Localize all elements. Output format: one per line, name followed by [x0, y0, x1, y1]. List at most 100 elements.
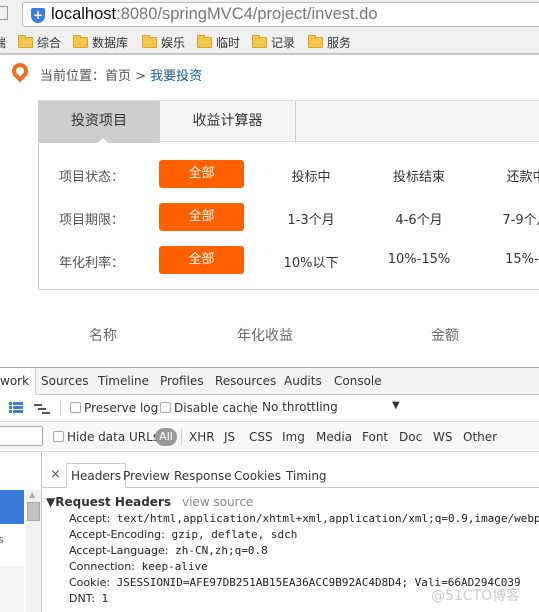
bookmark-item[interactable]: 娱乐	[142, 34, 185, 51]
filter-row-status: 项目状态： 全部 投标中 投标结束 还款中	[39, 160, 539, 188]
tab-timeline[interactable]: Timeline	[98, 374, 149, 388]
scrollbar-thumb[interactable]	[27, 502, 40, 521]
bookmark-item[interactable]: 临时	[197, 34, 240, 51]
request-list-empty	[0, 566, 24, 612]
tab-console[interactable]: Console	[334, 374, 382, 388]
devtools-panel: work Sources Timeline Profiles Resources…	[0, 367, 539, 612]
header-value: gzip, deflate, sdch	[164, 528, 298, 541]
breadcrumb-prefix: 当前位置：首页 >	[40, 69, 151, 84]
bookmark-label: 记录	[271, 36, 296, 50]
header-key: Cookie:	[69, 576, 111, 589]
overview-icon[interactable]	[34, 403, 50, 414]
filter-font[interactable]: Font	[362, 430, 388, 444]
filter-all-button[interactable]: 全部	[159, 203, 244, 231]
column-header-amount: 金额	[431, 328, 459, 344]
filter-option[interactable]: 4-6个月	[379, 209, 459, 228]
tab-sources[interactable]: Sources	[41, 374, 88, 388]
tab-timing[interactable]: Timing	[286, 469, 327, 483]
tab-invest-projects[interactable]: 投资项目	[39, 101, 160, 144]
web-page: 当前位置：首页 > 我要投资 投资项目 收益计算器 项目状态： 全部 投标中 投…	[0, 57, 539, 367]
request-list: s ▲	[0, 452, 42, 612]
header-line: Accept: text/html,application/xhtml+xml,…	[69, 512, 539, 525]
scroll-up-icon[interactable]: ▲	[29, 490, 35, 499]
tab-income-calculator[interactable]: 收益计算器	[160, 101, 296, 143]
bookmark-item[interactable]: 服务	[308, 34, 351, 51]
bookmark-partial[interactable]: 端	[0, 34, 6, 51]
bookmarks-bar: 端 综合 数据库 娱乐 临时 记录 服务	[0, 29, 539, 55]
folder-icon	[142, 35, 157, 48]
header-line: Accept-Encoding: gzip, deflate, sdch	[69, 528, 297, 541]
bookmark-item[interactable]: 综合	[18, 34, 61, 51]
devtools-tabs: work Sources Timeline Profiles Resources…	[0, 368, 539, 395]
folder-icon	[197, 35, 212, 48]
filter-option[interactable]: 1-3个月	[271, 209, 351, 228]
header-key: Connection:	[69, 560, 135, 573]
breadcrumb-current[interactable]: 我要投资	[150, 69, 202, 84]
scrollbar[interactable]: ▲	[26, 490, 41, 612]
breadcrumb: 当前位置：首页 > 我要投资	[40, 65, 202, 84]
filter-all-pill[interactable]: All	[155, 428, 177, 446]
filter-all-button[interactable]: 全部	[159, 160, 244, 188]
filter-css[interactable]: CSS	[249, 430, 273, 444]
bookmark-item[interactable]: 记录	[252, 34, 295, 51]
throttling-select[interactable]: No throttling ▼	[262, 400, 402, 414]
tab-profiles[interactable]: Profiles	[160, 374, 204, 388]
apps-icon[interactable]	[0, 6, 8, 20]
filter-option[interactable]: 还款中	[486, 166, 539, 185]
url-input[interactable]: + localhost:8080/springMVC4/project/inve…	[22, 2, 539, 27]
filter-option[interactable]: 投标中	[271, 166, 351, 185]
tab-preview[interactable]: Preview	[123, 469, 170, 483]
filter-label: 项目期限：	[59, 213, 125, 228]
preserve-log-checkbox[interactable]: Preserve log	[70, 401, 158, 415]
hide-data-urls-checkbox[interactable]: Hide data URLs	[53, 430, 159, 444]
url-host: localhost	[51, 5, 117, 23]
tab-resources[interactable]: Resources	[215, 374, 276, 388]
bookmark-label: 数据库	[92, 36, 129, 50]
filter-ws[interactable]: WS	[433, 430, 452, 444]
request-row-partial[interactable]: s	[0, 533, 4, 546]
tab-audits[interactable]: Audits	[284, 374, 322, 388]
filter-toolbar: Hide data URLs All XHR JS CSS Img Media …	[0, 422, 539, 452]
filter-option[interactable]: 投标结束	[379, 166, 459, 185]
tab-network[interactable]: work	[0, 368, 37, 395]
list-view-icon[interactable]	[9, 402, 23, 413]
dropdown-arrow-icon: ▼	[392, 400, 400, 411]
url-path: :8080/springMVC4/project/invest.do	[116, 5, 378, 23]
tab-headers[interactable]: Headers	[66, 463, 126, 488]
filter-xhr[interactable]: XHR	[189, 430, 215, 444]
preserve-log-label: Preserve log	[84, 401, 159, 415]
column-header-name: 名称	[89, 328, 117, 344]
shield-icon: +	[31, 8, 45, 23]
selected-request-row[interactable]	[0, 490, 24, 524]
header-value: 1	[94, 592, 109, 605]
filter-all-button[interactable]: 全部	[159, 246, 244, 274]
filter-option[interactable]: 10%-15%	[379, 252, 459, 267]
filter-js[interactable]: JS	[224, 430, 235, 444]
close-icon[interactable]: ×	[50, 467, 61, 482]
bookmark-item[interactable]: 数据库	[73, 34, 128, 51]
throttling-value: No throttling	[262, 400, 338, 414]
separator	[250, 400, 251, 416]
request-headers-section-title[interactable]: ▼Request Headers	[46, 495, 171, 509]
header-key: Accept-Language:	[69, 544, 169, 557]
location-pin-icon	[8, 59, 32, 83]
folder-icon	[18, 35, 33, 48]
tab-cookies[interactable]: Cookies	[234, 469, 281, 483]
filter-option[interactable]: 15%-1	[486, 252, 539, 267]
disable-cache-label: Disable cache	[174, 401, 258, 415]
bookmark-label: 娱乐	[161, 36, 186, 50]
tab-response[interactable]: Response	[174, 469, 232, 483]
filter-option[interactable]: 7-9个月	[486, 209, 539, 228]
filter-other[interactable]: Other	[463, 430, 497, 444]
filter-doc[interactable]: Doc	[399, 430, 422, 444]
filter-img[interactable]: Img	[282, 430, 305, 444]
checkbox-icon	[160, 402, 171, 413]
address-bar-area: + localhost:8080/springMVC4/project/inve…	[0, 0, 539, 29]
header-line: DNT: 1	[69, 592, 108, 605]
disable-cache-checkbox[interactable]: Disable cache	[160, 401, 258, 415]
filter-input[interactable]	[0, 426, 43, 446]
view-source-link[interactable]: view source	[182, 495, 253, 509]
filter-option[interactable]: 10%以下	[271, 252, 351, 271]
separator	[60, 400, 61, 416]
filter-media[interactable]: Media	[316, 430, 352, 444]
